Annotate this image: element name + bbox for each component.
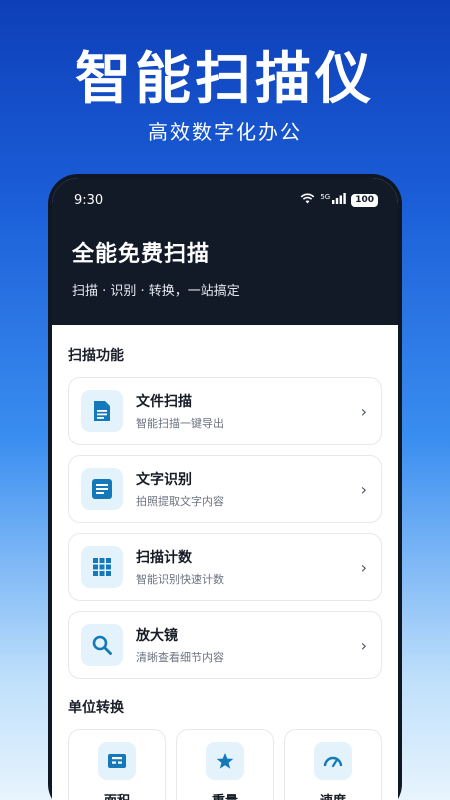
banner-title: 全能免费扫描 [72, 242, 211, 267]
main-content: 扫描功能 文件扫描 智能扫描一键导出 › 文字识别 拍照提取文字内容 › 扫描计… [52, 325, 398, 800]
network-label: 5G [320, 192, 331, 201]
unit-grid: 面积 重量 [68, 729, 382, 800]
wifi-icon [300, 193, 315, 208]
area-icon [98, 742, 136, 780]
chevron-right-icon: › [360, 635, 367, 655]
chevron-right-icon: › [360, 401, 367, 421]
battery-indicator: 100 [351, 193, 378, 207]
grid-count-icon [81, 546, 123, 588]
feature-card-file-scan[interactable]: 文件扫描 智能扫描一键导出 › [68, 377, 382, 445]
banner-subtitle: 扫描 · 识别 · 转换，一站搞定 [72, 284, 240, 299]
unit-card-weight[interactable]: 重量 [176, 729, 274, 800]
status-icons: 5G 100 [300, 192, 378, 208]
feature-name: 文字识别 [136, 472, 192, 488]
speedometer-icon [314, 742, 352, 780]
unit-label: 速度 [320, 790, 346, 800]
chevron-right-icon: › [360, 557, 367, 577]
feature-desc: 拍照提取文字内容 [136, 495, 224, 508]
unit-card-speed[interactable]: 速度 [284, 729, 382, 800]
text-recognition-icon [81, 468, 123, 510]
phone-screen: 9:30 5G 100 全能免费扫描 扫描 · 识别 · 转换，一站搞定 扫描功… [52, 178, 398, 800]
feature-name: 文件扫描 [136, 394, 192, 410]
banner: 全能免费扫描 扫描 · 识别 · 转换，一站搞定 [52, 222, 398, 325]
status-time: 9:30 [74, 192, 104, 208]
feature-desc: 清晰查看细节内容 [136, 651, 224, 664]
feature-desc: 智能扫描一键导出 [136, 417, 224, 430]
star-weight-icon [206, 742, 244, 780]
feature-card-text-recognition[interactable]: 文字识别 拍照提取文字内容 › [68, 455, 382, 523]
feature-desc: 智能识别快速计数 [136, 573, 224, 586]
signal-icon [332, 192, 347, 208]
feature-card-scan-count[interactable]: 扫描计数 智能识别快速计数 › [68, 533, 382, 601]
unit-label: 面积 [104, 790, 130, 800]
hero-subtitle: 高效数字化办公 [148, 120, 302, 144]
phone-frame: 9:30 5G 100 全能免费扫描 扫描 · 识别 · 转换，一站搞定 扫描功… [48, 174, 402, 800]
section-title-scan: 扫描功能 [68, 348, 124, 364]
feature-name: 放大镜 [136, 628, 178, 644]
section-title-unit: 单位转换 [68, 700, 124, 716]
document-icon [81, 390, 123, 432]
feature-card-magnifier[interactable]: 放大镜 清晰查看细节内容 › [68, 611, 382, 679]
magnifier-icon [81, 624, 123, 666]
unit-label: 重量 [212, 790, 238, 800]
feature-name: 扫描计数 [136, 550, 192, 566]
unit-card-area[interactable]: 面积 [68, 729, 166, 800]
chevron-right-icon: › [360, 479, 367, 499]
status-bar: 9:30 5G 100 [52, 178, 398, 222]
hero-title: 智能扫描仪 [75, 47, 375, 112]
